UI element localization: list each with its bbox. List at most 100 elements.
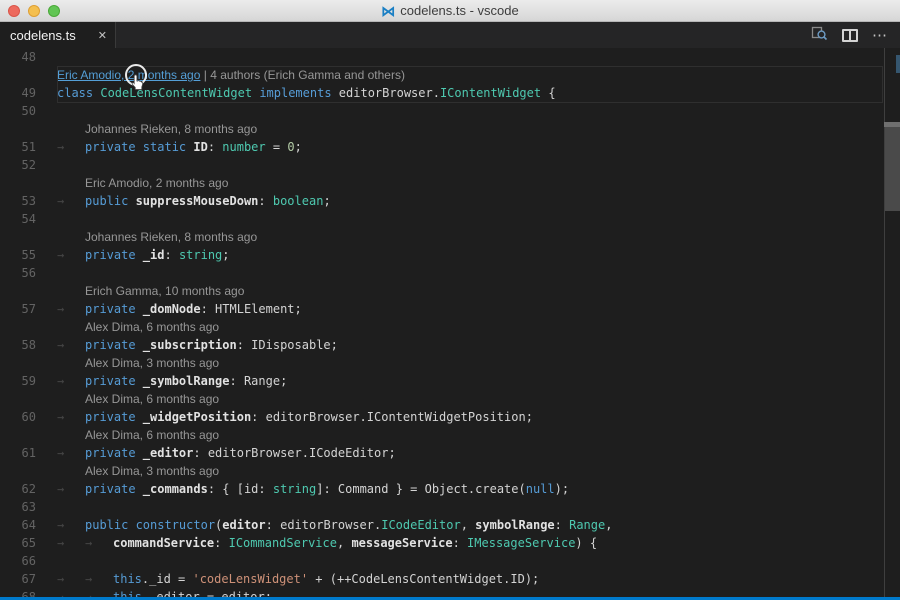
code-content: [36, 156, 57, 174]
code-token: ;: [323, 194, 330, 208]
zoom-window-button[interactable]: [48, 5, 60, 17]
code-row[interactable]: 51→private static ID: number = 0;: [0, 138, 900, 156]
code-row[interactable]: 63: [0, 498, 900, 516]
line-number[interactable]: 49: [0, 84, 36, 102]
code-row[interactable]: 53→public suppressMouseDown: boolean;: [0, 192, 900, 210]
code-row[interactable]: 55→private _id: string;: [0, 246, 900, 264]
line-number[interactable]: 65: [0, 534, 36, 552]
code-row[interactable]: 61→private _editor: editorBrowser.ICodeE…: [0, 444, 900, 462]
line-number[interactable]: 55: [0, 246, 36, 264]
code-content: →private _domNode: HTMLElement;: [36, 300, 302, 318]
code-token: : Range;: [230, 374, 288, 388]
code-row[interactable]: 62→private _commands: { [id: string]: Co…: [0, 480, 900, 498]
minimize-window-button[interactable]: [28, 5, 40, 17]
code-row[interactable]: 50: [0, 102, 900, 120]
tab-close-icon[interactable]: ✕: [92, 29, 107, 42]
code-row[interactable]: 52: [0, 156, 900, 174]
codelens-row[interactable]: Alex Dima, 6 months ago: [0, 426, 900, 444]
codelens-content: Alex Dima, 6 months ago: [36, 426, 219, 444]
code-content: →private _editor: editorBrowser.ICodeEdi…: [36, 444, 396, 462]
codelens-row[interactable]: Johannes Rieken, 8 months ago: [0, 228, 900, 246]
line-number[interactable]: 61: [0, 444, 36, 462]
line-number[interactable]: 51: [0, 138, 36, 156]
code-content: →private _commands: { [id: string]: Comm…: [36, 480, 569, 498]
codelens-author-link[interactable]: Eric Amodio, 2 months ago: [57, 68, 200, 82]
scrollbar-thumb[interactable]: [885, 127, 900, 211]
code-row[interactable]: 48: [0, 48, 900, 66]
line-number[interactable]: 50: [0, 102, 36, 120]
code-content: →→this._id = 'codeLensWidget' + (++CodeL…: [36, 570, 539, 588]
code-row[interactable]: 54: [0, 210, 900, 228]
code-token: 0: [287, 140, 294, 154]
line-number[interactable]: 60: [0, 408, 36, 426]
code-token: public constructor: [85, 518, 215, 532]
code-token: editor: [222, 518, 265, 532]
code-row[interactable]: 67→→this._id = 'codeLensWidget' + (++Cod…: [0, 570, 900, 588]
code-content: →→commandService: ICommandService, messa…: [36, 534, 597, 552]
line-number[interactable]: 63: [0, 498, 36, 516]
line-number: [0, 318, 36, 336]
code-token: private: [85, 302, 143, 316]
tab-whitespace-icon: →: [57, 246, 85, 264]
code-token: number: [222, 140, 265, 154]
line-number[interactable]: 62: [0, 480, 36, 498]
code-token: CodeLensContentWidget: [100, 86, 259, 100]
line-number[interactable]: 54: [0, 210, 36, 228]
code-token: private: [85, 482, 143, 496]
code-row[interactable]: 66: [0, 552, 900, 570]
codelens-row[interactable]: Alex Dima, 6 months ago: [0, 318, 900, 336]
code-row[interactable]: 56: [0, 264, 900, 282]
codelens-row[interactable]: Eric Amodio, 2 months ago: [0, 174, 900, 192]
code-row[interactable]: 65→→commandService: ICommandService, mes…: [0, 534, 900, 552]
line-number[interactable]: 66: [0, 552, 36, 570]
code-row[interactable]: 49 class CodeLensContentWidget implements…: [0, 84, 900, 102]
code-token: string: [179, 248, 222, 262]
code-row[interactable]: 57→private _domNode: HTMLElement;: [0, 300, 900, 318]
code-token: class: [57, 86, 100, 100]
tab-codelens-ts[interactable]: codelens.ts ✕: [0, 22, 116, 48]
code-token: );: [555, 482, 569, 496]
codelens-text: Johannes Rieken, 8 months ago: [85, 122, 257, 136]
line-number[interactable]: 67: [0, 570, 36, 588]
close-window-button[interactable]: [8, 5, 20, 17]
code-token: string: [273, 482, 316, 496]
code-row[interactable]: 59→private _symbolRange: Range;: [0, 372, 900, 390]
line-number[interactable]: 59: [0, 372, 36, 390]
codelens-row[interactable]: Erich Gamma, 10 months ago: [0, 282, 900, 300]
line-number[interactable]: 53: [0, 192, 36, 210]
code-row[interactable]: 58→private _subscription: IDisposable;: [0, 336, 900, 354]
line-number[interactable]: 48: [0, 48, 36, 66]
tab-whitespace-icon: →: [57, 372, 85, 390]
codelens-row[interactable]: Johannes Rieken, 8 months ago: [0, 120, 900, 138]
codelens-row[interactable]: Alex Dima, 6 months ago: [0, 390, 900, 408]
more-actions-icon[interactable]: ⋯: [872, 29, 888, 42]
tab-whitespace-icon: →: [57, 570, 85, 588]
traffic-lights: [8, 5, 60, 17]
editor[interactable]: 48Eric Amodio, 2 months ago | 4 authors …: [0, 48, 900, 600]
line-number[interactable]: 52: [0, 156, 36, 174]
tab-label: codelens.ts: [10, 28, 92, 43]
tab-bar: codelens.ts ✕ ⋯: [0, 22, 900, 48]
line-number[interactable]: 56: [0, 264, 36, 282]
code-token: : editorBrowser.: [266, 518, 382, 532]
code-token: private static: [85, 140, 193, 154]
line-number[interactable]: 58: [0, 336, 36, 354]
open-preview-icon[interactable]: [811, 25, 828, 46]
code-token: implements: [259, 86, 338, 100]
code-token: _domNode: [143, 302, 201, 316]
codelens-row[interactable]: Eric Amodio, 2 months ago | 4 authors (E…: [0, 66, 900, 84]
codelens-text: | 4 authors (Erich Gamma and others): [200, 68, 405, 82]
line-number[interactable]: 64: [0, 516, 36, 534]
code-token: : HTMLElement;: [201, 302, 302, 316]
code-token: _symbolRange: [143, 374, 230, 388]
codelens-text: Alex Dima, 6 months ago: [85, 392, 219, 406]
split-editor-icon[interactable]: [842, 29, 858, 42]
code-token: + (++CodeLensContentWidget.ID);: [308, 572, 539, 586]
code-row[interactable]: 60→private _widgetPosition: editorBrowse…: [0, 408, 900, 426]
line-number[interactable]: 57: [0, 300, 36, 318]
codelens-row[interactable]: Alex Dima, 3 months ago: [0, 354, 900, 372]
code-row[interactable]: 64→public constructor(editor: editorBrow…: [0, 516, 900, 534]
code-token: public: [85, 194, 136, 208]
codelens-row[interactable]: Alex Dima, 3 months ago: [0, 462, 900, 480]
line-number: [0, 228, 36, 246]
